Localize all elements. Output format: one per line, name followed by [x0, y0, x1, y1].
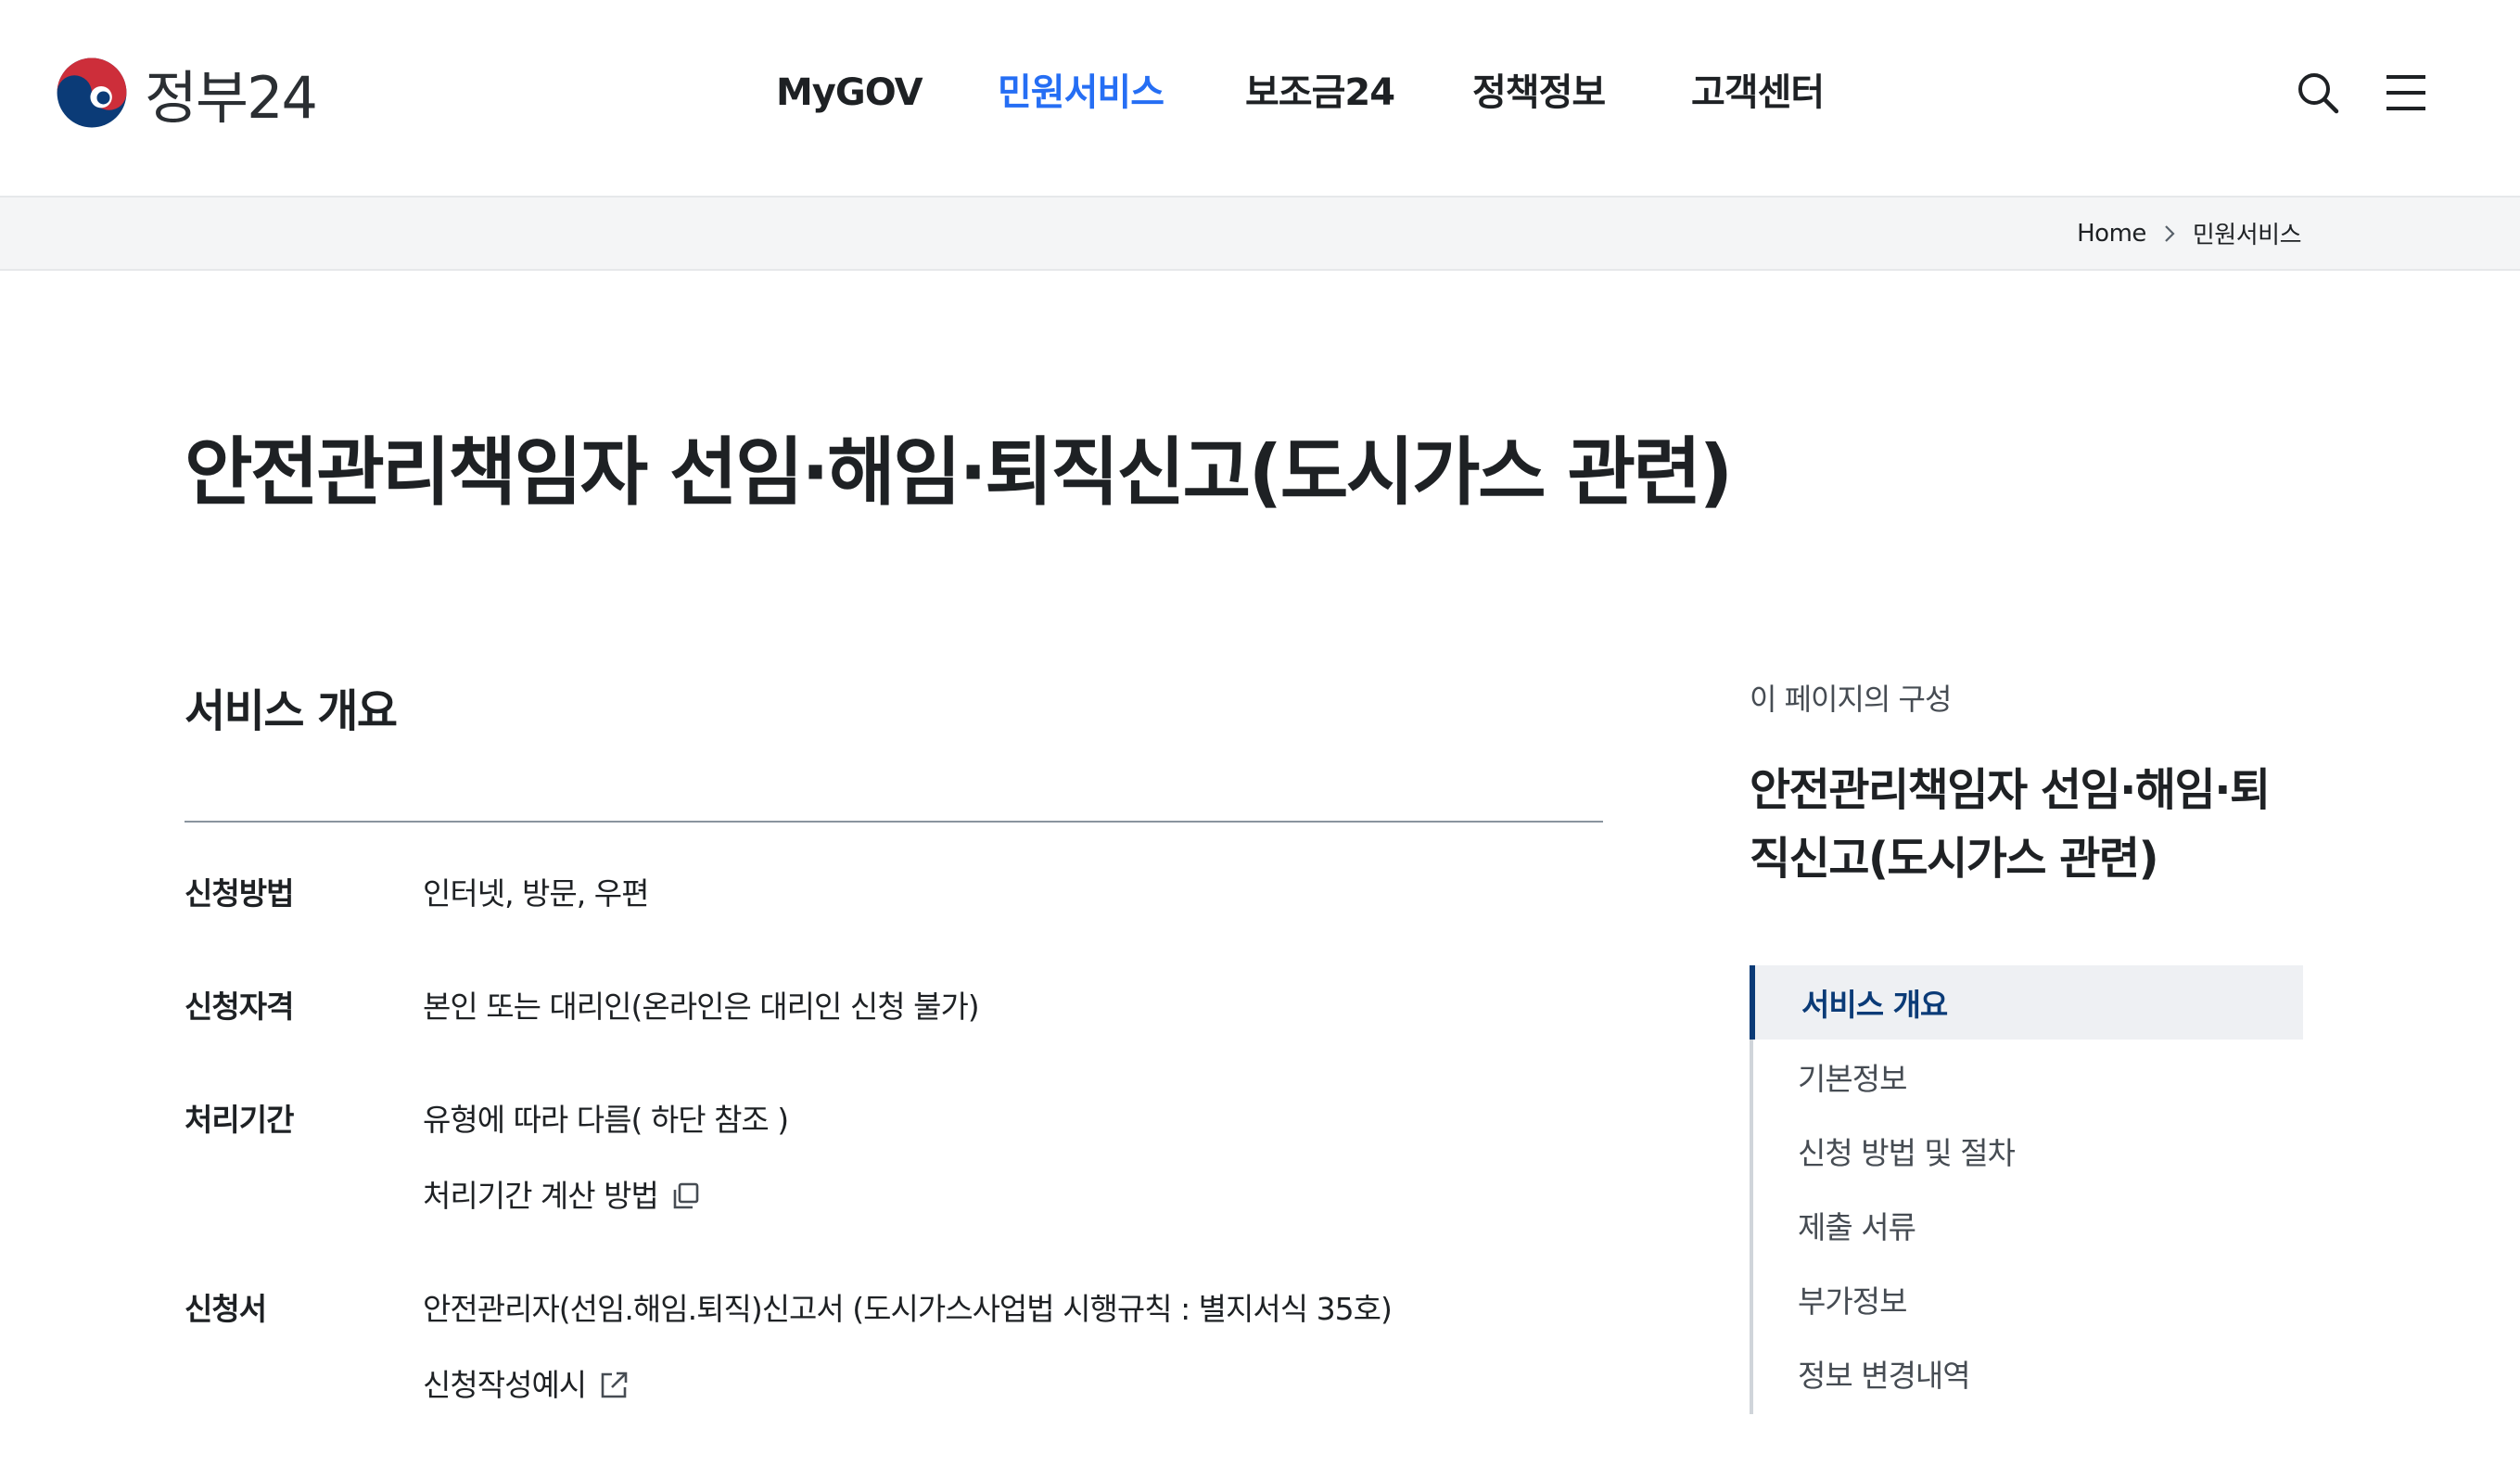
chevron-right-icon	[2165, 224, 2175, 242]
site-logo[interactable]: 정부24	[56, 56, 318, 132]
external-link-icon	[601, 1372, 628, 1398]
row-label-application-form: 신청서	[185, 1291, 267, 1327]
processing-time-calc-link[interactable]: 처리기간 계산 방법	[423, 1174, 703, 1218]
toc-title: 안전관리책임자 선임·해임·퇴직신고(도시가스 관련)	[1750, 764, 2271, 885]
toc-item-method-procedure[interactable]: 신청 방법 및 절차	[1750, 1114, 2303, 1188]
nav-item-customer-center[interactable]: 고객센터	[1691, 63, 1825, 122]
processing-time-calc-link-label: 처리기간 계산 방법	[423, 1178, 659, 1214]
toc-item-basic-info[interactable]: 기본정보	[1750, 1040, 2303, 1114]
row-value-application-form: 안전관리자(선임.해임.퇴직)신고서 (도시가스사업법 시행규칙 : 별지서식 …	[423, 1291, 1393, 1327]
menu-button[interactable]	[2378, 65, 2434, 121]
nav-item-subsidy24[interactable]: 보조금24	[1245, 63, 1395, 122]
row-label-processing-time: 처리기간	[185, 1102, 294, 1138]
toc-item-documents[interactable]: 제출 서류	[1750, 1188, 2303, 1262]
toc-item-additional-info[interactable]: 부가정보	[1750, 1262, 2303, 1336]
page-title: 안전관리책임자 선임·해임·퇴직신고(도시가스 관련)	[185, 429, 1733, 516]
toc-caption: 이 페이지의 구성	[1750, 682, 1952, 717]
row-label-method: 신청방법	[185, 875, 294, 912]
breadcrumb-current[interactable]: 민원서비스	[2193, 216, 2302, 250]
toc-item-overview[interactable]: 서비스 개요	[1750, 965, 2303, 1040]
breadcrumb-home[interactable]: Home	[2077, 220, 2146, 248]
section-title-overview: 서비스 개요	[185, 685, 398, 737]
section-divider	[185, 821, 1603, 823]
search-button[interactable]	[2290, 65, 2346, 121]
row-value-method: 인터넷, 방문, 우편	[423, 875, 649, 912]
taegeuk-logo-icon	[57, 57, 127, 128]
nav-item-civil-service[interactable]: 민원서비스	[998, 63, 1165, 122]
toc-list: 서비스 개요 기본정보 신청 방법 및 절차 제출 서류 부가정보 정보 변경내…	[1750, 965, 2303, 1414]
nav-item-mygov[interactable]: MyGOV	[776, 63, 923, 122]
copy-icon	[673, 1182, 699, 1209]
breadcrumb-bar: Home 민원서비스	[0, 196, 2520, 271]
breadcrumb: Home 민원서비스	[2077, 198, 2301, 269]
nav-item-policy-info[interactable]: 정책정보	[1472, 63, 1606, 122]
application-example-link-label: 신청작성예시	[423, 1367, 587, 1403]
site-header: 정부24 MyGOV 민원서비스 보조금24 정책정보 고객센터	[0, 0, 2520, 196]
logo-text: 정부24	[145, 64, 318, 132]
row-value-processing-time: 유형에 따라 다름( 하단 참조 )	[423, 1102, 789, 1138]
search-icon	[2298, 73, 2339, 114]
toc-item-change-history[interactable]: 정보 변경내역	[1750, 1336, 2303, 1410]
row-label-eligibility: 신청자격	[185, 989, 294, 1025]
row-value-eligibility: 본인 또는 대리인(온라인은 대리인 신청 불가)	[423, 989, 980, 1025]
menu-icon	[2386, 75, 2425, 110]
application-example-link[interactable]: 신청작성예시	[423, 1363, 630, 1408]
